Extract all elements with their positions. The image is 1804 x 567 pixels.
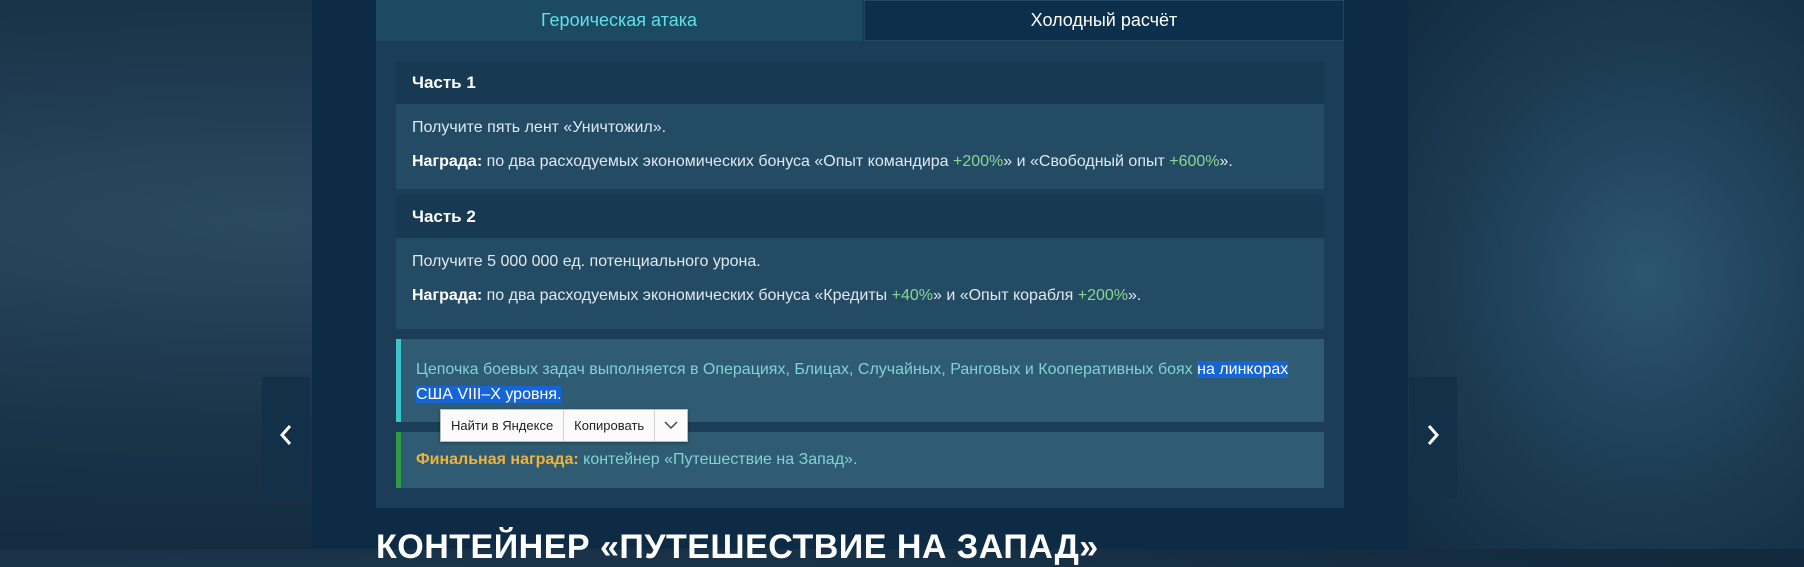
reward-text: » и «Свободный опыт	[1003, 153, 1170, 170]
copy-button[interactable]: Копировать	[564, 410, 654, 441]
chain-note-plain: Цепочка боевых задач выполняется в Опера…	[416, 361, 1198, 378]
part-2-body: Получите 5 000 000 ед. потенциального ур…	[396, 238, 1324, 329]
section-heading: КОНТЕЙНЕР «ПУТЕШЕСТВИЕ НА ЗАПАД»	[376, 528, 1099, 566]
reward-text: по два расходуемых экономических бонуса …	[482, 287, 892, 304]
final-reward-label: Финальная награда:	[416, 451, 579, 468]
note-accent-bar	[396, 339, 401, 422]
chevron-right-icon	[1426, 424, 1440, 451]
tab-cold-calculation[interactable]: Холодный расчёт	[864, 0, 1344, 41]
part-2-reward: Награда: по два расходуемых экономически…	[412, 287, 1141, 305]
chain-note-text[interactable]: Цепочка боевых задач выполняется в Опера…	[416, 357, 1306, 407]
bonus-value: +200%	[953, 153, 1004, 170]
bonus-value: +40%	[891, 287, 933, 304]
part-1-body: Получите пять лент «Уничтожил». Награда:…	[396, 104, 1324, 189]
bonus-value: +600%	[1169, 153, 1220, 170]
search-yandex-button[interactable]: Найти в Яндексе	[441, 410, 563, 441]
note-accent-bar	[396, 432, 401, 488]
part-1-task: Получите пять лент «Уничтожил».	[412, 119, 667, 136]
reward-text: ».	[1219, 153, 1233, 170]
chevron-left-icon	[279, 424, 293, 451]
next-button[interactable]	[1409, 377, 1457, 497]
reward-text: ».	[1128, 287, 1142, 304]
part-2-header: Часть 2	[396, 195, 1324, 238]
bonus-value: +200%	[1077, 287, 1129, 304]
selection-context-menu: Найти в Яндексе Копировать	[440, 409, 689, 442]
background-right	[1408, 0, 1804, 549]
final-reward-text: Финальная награда: контейнер «Путешестви…	[416, 451, 857, 469]
part-2-title: Часть 2	[412, 206, 476, 226]
chevron-down-icon[interactable]	[655, 410, 687, 441]
part-2-task: Получите 5 000 000 ед. потенциального ур…	[412, 253, 761, 270]
part-1-header: Часть 1	[396, 61, 1324, 104]
reward-text: » и «Опыт корабля	[932, 287, 1078, 304]
reward-text: по два расходуемых экономических бонуса …	[482, 153, 953, 170]
prev-button[interactable]	[262, 377, 310, 497]
reward-label: Награда:	[412, 287, 483, 304]
part-1-reward: Награда: по два расходуемых экономически…	[412, 153, 1233, 171]
tab-heroic-attack[interactable]: Героическая атака	[376, 0, 862, 41]
final-reward-value: контейнер «Путешествие на Запад».	[578, 451, 858, 468]
reward-label: Награда:	[412, 153, 483, 170]
part-1-title: Часть 1	[412, 72, 476, 92]
